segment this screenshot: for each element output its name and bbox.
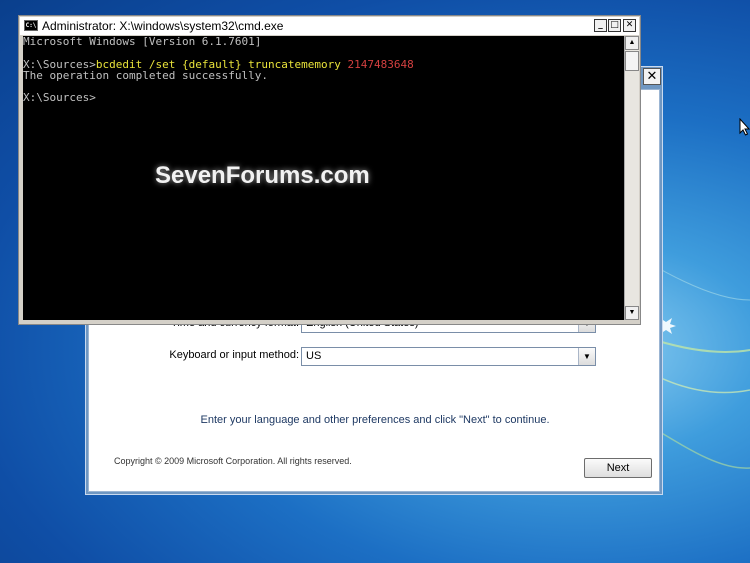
scroll-thumb[interactable] [625, 51, 639, 71]
watermark-text: SevenForums.com [155, 162, 370, 189]
close-button[interactable]: ✕ [623, 19, 636, 32]
console-line: X:\Sources> [23, 91, 96, 105]
next-button[interactable]: Next [584, 458, 652, 478]
scroll-down-icon[interactable]: ▼ [625, 306, 639, 320]
console-line: Microsoft Windows [Version 6.1.7601] [23, 36, 262, 48]
keyboard-label: Keyboard or input method: [150, 349, 299, 361]
cmd-title: Administrator: X:\windows\system32\cmd.e… [42, 19, 284, 33]
chevron-down-icon[interactable]: ▼ [578, 348, 595, 365]
mouse-cursor-icon [739, 118, 750, 136]
vertical-scrollbar[interactable]: ▲ ▼ [624, 36, 639, 320]
keyboard-select[interactable]: US ▼ [301, 347, 596, 366]
scroll-up-icon[interactable]: ▲ [625, 36, 639, 50]
setup-instructions: Enter your language and other preference… [200, 414, 550, 426]
keyboard-label-text: Keyboard or input method: [169, 349, 299, 361]
minimize-button[interactable]: _ [594, 19, 607, 32]
maximize-button[interactable]: □ [608, 19, 621, 32]
copyright-text: Copyright © 2009 Microsoft Corporation. … [114, 456, 352, 466]
console-value: 2147483648 [347, 57, 414, 71]
console-line: The operation completed successfully. [23, 68, 269, 82]
keyboard-value: US [306, 350, 322, 362]
setup-close-button[interactable]: ✕ [643, 68, 661, 85]
cmd-app-icon: C:\ [24, 20, 38, 31]
cmd-title-bar[interactable]: C:\ Administrator: X:\windows\system32\c… [20, 17, 639, 35]
